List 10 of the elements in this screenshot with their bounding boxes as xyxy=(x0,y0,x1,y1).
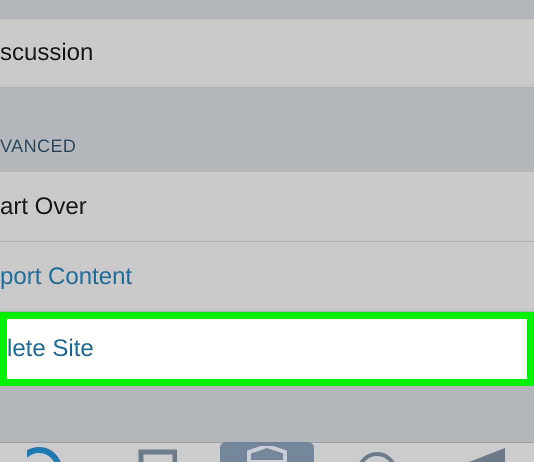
row-label: port Content xyxy=(0,262,132,292)
row-label: lete Site xyxy=(7,334,94,364)
row-label: art Over xyxy=(0,192,87,222)
settings-row[interactable]: art Over xyxy=(0,172,534,242)
settings-row[interactable]: lete Site xyxy=(0,312,534,386)
home-icon xyxy=(247,446,287,462)
tab-button[interactable] xyxy=(220,442,314,462)
row-label: scussion xyxy=(0,38,94,68)
section-header: VANCED xyxy=(0,135,76,158)
settings-row[interactable]: scussion xyxy=(0,18,534,88)
